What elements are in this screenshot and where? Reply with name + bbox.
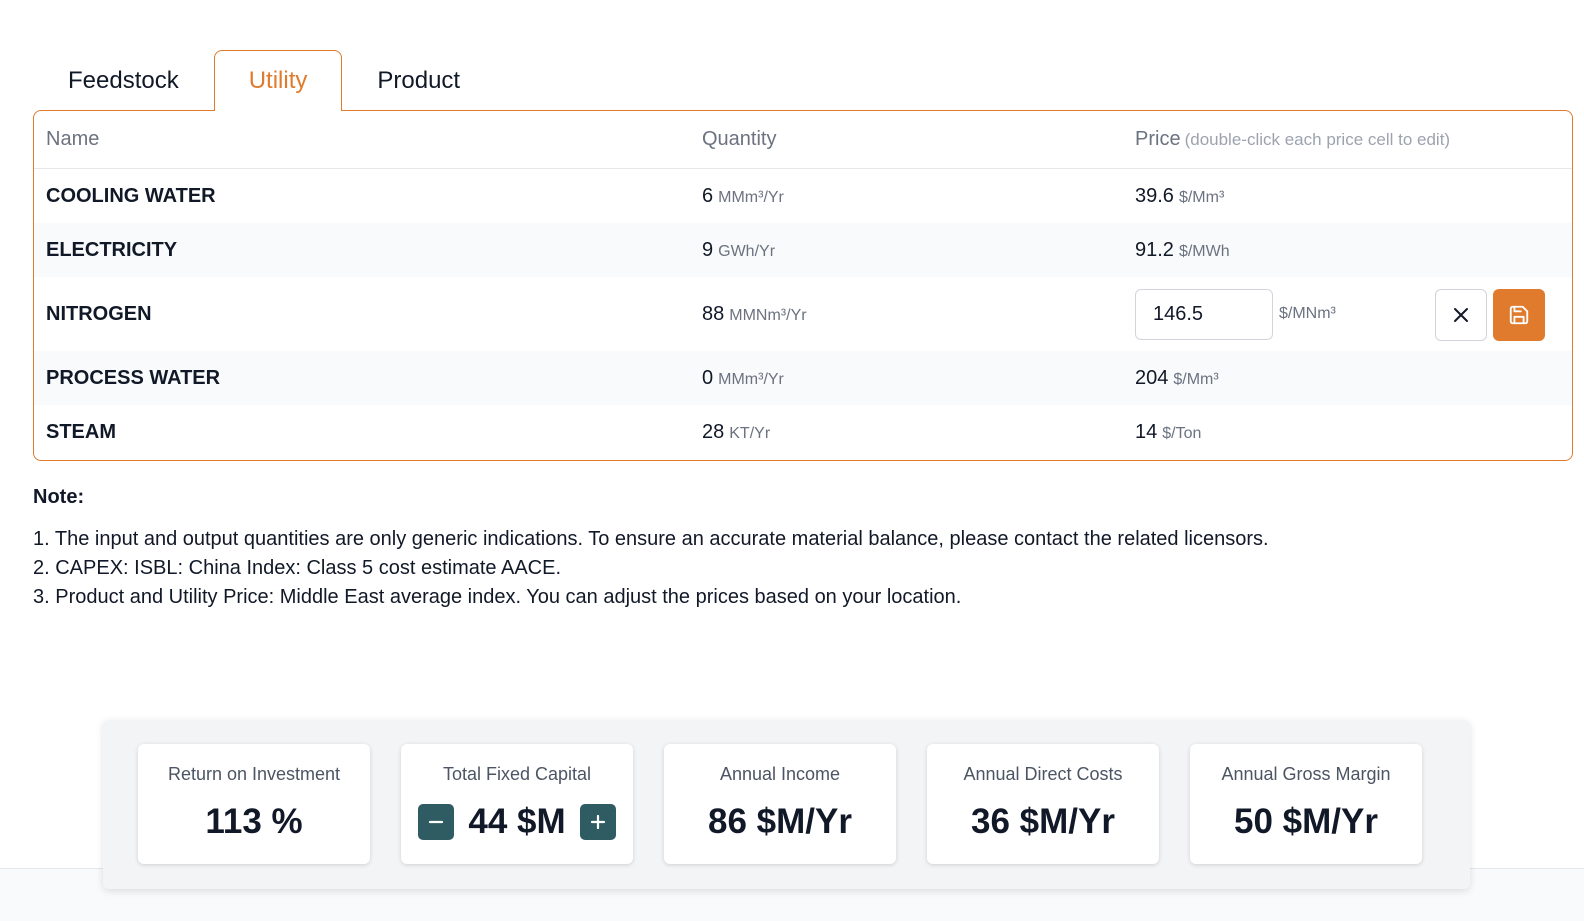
direct-costs-value: 36 $M/Yr bbox=[971, 802, 1115, 841]
tfc-value: 44 $M bbox=[468, 802, 566, 841]
note-title: Note: bbox=[33, 486, 85, 508]
quantity-value: 9 bbox=[702, 238, 714, 261]
income-label: Annual Income bbox=[719, 764, 841, 784]
price-value: 204 bbox=[1135, 366, 1169, 389]
price-edit-input[interactable] bbox=[1135, 289, 1273, 340]
price-unit: $/MNm³ bbox=[1279, 305, 1336, 322]
row-name: COOLING WATER bbox=[46, 184, 216, 207]
table-row: STEAM 28 KT/Yr 14 $/Ton bbox=[34, 405, 1572, 459]
table-header: Name Quantity Price (double-click each pr… bbox=[34, 111, 1572, 169]
price-value: 39.6 bbox=[1135, 184, 1174, 207]
price-value: 14 bbox=[1135, 420, 1158, 443]
header-name: Name bbox=[46, 128, 100, 150]
price-value: 91.2 bbox=[1135, 238, 1174, 261]
header-quantity: Quantity bbox=[702, 128, 777, 150]
gross-margin-label: Annual Gross Margin bbox=[1221, 764, 1391, 784]
price-unit: $/MWh bbox=[1178, 242, 1230, 260]
summary-panel: Return on Investment 113 % Total Fixed C… bbox=[103, 720, 1470, 889]
tfc-stepper: 44 $M bbox=[401, 800, 633, 844]
row-price-cell[interactable]: 91.2 $/MWh bbox=[1135, 239, 1230, 262]
note-list: 1. The input and output quantities are o… bbox=[33, 525, 1269, 612]
row-name: ELECTRICITY bbox=[46, 238, 178, 261]
row-name: STEAM bbox=[46, 420, 116, 443]
quantity-value: 28 bbox=[702, 420, 725, 443]
price-unit: $/Mm³ bbox=[1178, 188, 1225, 206]
table-row-editing: NITROGEN 88MMNm³/Yr $/MNm³ bbox=[34, 277, 1572, 351]
gross-margin-value: 50 $M/Yr bbox=[1234, 802, 1378, 841]
note-item: 1. The input and output quantities are o… bbox=[33, 528, 1269, 550]
save-edit-button[interactable] bbox=[1493, 289, 1545, 341]
price-unit: $/Ton bbox=[1162, 424, 1202, 442]
note-item: 3. Product and Utility Price: Middle Eas… bbox=[33, 586, 962, 608]
row-quantity: 9 GWh/Yr bbox=[702, 239, 775, 262]
quantity-value: 88 bbox=[702, 302, 725, 325]
tfc-label: Total Fixed Capital bbox=[442, 764, 592, 784]
cancel-edit-button[interactable] bbox=[1435, 289, 1487, 341]
row-price-cell[interactable]: 39.6 $/Mm³ bbox=[1135, 185, 1224, 208]
row-price-cell[interactable]: 14 $/Ton bbox=[1135, 421, 1201, 444]
plus-icon bbox=[590, 814, 605, 830]
save-icon bbox=[1509, 305, 1529, 325]
income-value: 86 $M/Yr bbox=[708, 802, 852, 841]
quantity-value: 6 bbox=[702, 184, 714, 207]
row-quantity: 0 MMm³/Yr bbox=[702, 367, 784, 390]
utility-table: Name Quantity Price (double-click each pr… bbox=[33, 110, 1573, 461]
header-price-hint: (double-click each price cell to edit) bbox=[1184, 130, 1451, 149]
direct-costs-label: Annual Direct Costs bbox=[963, 764, 1123, 784]
header-price: Price bbox=[1135, 128, 1181, 150]
total-fixed-capital-card: Total Fixed Capital 44 $M bbox=[401, 744, 633, 864]
annual-gross-margin-card: Annual Gross Margin 50 $M/Yr bbox=[1190, 744, 1422, 864]
table-row: COOLING WATER 6 MMm³/Yr 39.6 $/Mm³ bbox=[34, 169, 1572, 223]
note-item: 2. CAPEX: ISBL: China Index: Class 5 cos… bbox=[33, 557, 562, 579]
tab-utility[interactable]: Utility bbox=[213, 50, 343, 111]
tab-bar: Feedstock Utility Product bbox=[33, 50, 495, 111]
header-price-group: Price (double-click each price cell to ed… bbox=[1135, 128, 1450, 151]
decrease-capital-button[interactable] bbox=[418, 804, 455, 840]
close-icon bbox=[1454, 308, 1468, 322]
increase-capital-button[interactable] bbox=[579, 804, 616, 840]
quantity-unit: KT/Yr bbox=[729, 424, 771, 442]
table-row: ELECTRICITY 9 GWh/Yr 91.2 $/MWh bbox=[34, 223, 1572, 277]
row-price-cell[interactable]: 204 $/Mm³ bbox=[1135, 367, 1219, 390]
minus-icon bbox=[429, 820, 444, 824]
roi-label: Return on Investment bbox=[167, 764, 341, 784]
annual-income-card: Annual Income 86 $M/Yr bbox=[664, 744, 896, 864]
quantity-value: 0 bbox=[702, 366, 714, 389]
row-name: NITROGEN bbox=[46, 302, 152, 325]
row-name: PROCESS WATER bbox=[46, 366, 221, 389]
tab-product[interactable]: Product bbox=[342, 50, 495, 110]
tab-feedstock[interactable]: Feedstock bbox=[33, 50, 214, 110]
quantity-unit: MMm³/Yr bbox=[718, 370, 784, 388]
quantity-unit: MMNm³/Yr bbox=[729, 306, 807, 324]
row-quantity: 28 KT/Yr bbox=[702, 421, 770, 444]
page: Feedstock Utility Product Name Quantity … bbox=[0, 0, 1584, 921]
row-quantity: 88 MMNm³/Yr bbox=[702, 303, 807, 326]
roi-value: 113 % bbox=[205, 802, 303, 841]
roi-card: Return on Investment 113 % bbox=[138, 744, 370, 864]
quantity-unit: MMm³/Yr bbox=[718, 188, 784, 206]
row-quantity: 6 MMm³/Yr bbox=[702, 185, 784, 208]
table-row: PROCESS WATER 0 MMm³/Yr 204 $/Mm³ bbox=[34, 351, 1572, 405]
annual-direct-costs-card: Annual Direct Costs 36 $M/Yr bbox=[927, 744, 1159, 864]
price-unit: $/Mm³ bbox=[1173, 370, 1219, 388]
quantity-unit: GWh/Yr bbox=[718, 242, 776, 260]
